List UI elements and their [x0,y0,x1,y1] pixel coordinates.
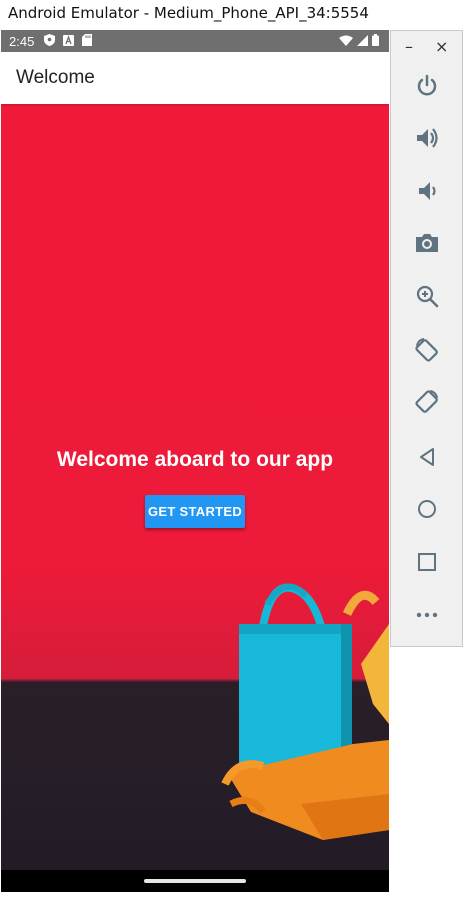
camera-icon [414,230,440,261]
rotate-left-icon [414,337,440,368]
gesture-handle[interactable] [144,879,246,883]
status-bar: 2:45 [1,30,389,52]
emulator-toolbar: – × [390,30,463,647]
sd-card-icon [82,33,93,49]
volume-down-icon [414,178,440,209]
shopping-bags-illustration [221,583,389,840]
status-time: 2:45 [9,33,35,49]
more-icon [414,602,440,633]
zoom-icon [414,283,440,314]
rotate-right-button[interactable] [411,388,443,420]
wifi-icon [339,34,353,49]
page-title: Welcome [16,67,95,88]
power-icon [414,73,440,104]
notification-a-icon [63,34,75,49]
back-icon [414,444,440,475]
navigation-bar [1,870,389,892]
overview-icon [414,549,440,580]
welcome-heading: Welcome aboard to our app [56,448,334,471]
zoom-button[interactable] [411,282,443,314]
window-title: Android Emulator - Medium_Phone_API_34:5… [0,0,390,30]
back-button[interactable] [411,443,443,475]
shield-icon [44,33,56,49]
signal-icon [357,34,368,49]
status-right-group [339,33,379,49]
volume-down-button[interactable] [411,177,443,209]
minimize-button[interactable]: – [405,37,413,57]
more-button[interactable] [411,601,443,633]
home-icon [414,496,440,527]
screenshot-button[interactable] [411,229,443,261]
volume-up-button[interactable] [411,124,443,156]
close-button[interactable]: × [435,37,448,57]
app-bar: Welcome [1,52,389,104]
phone-screen: 2:45 Welcome Welcome aboard to our app G… [1,30,389,892]
get-started-button[interactable]: GET STARTED [145,495,245,528]
hero-background: Welcome aboard to our app GET STARTED [1,104,389,870]
battery-icon [372,33,379,49]
home-button[interactable] [411,495,443,527]
overview-button[interactable] [411,548,443,580]
rotate-right-icon [414,389,440,420]
volume-up-icon [414,125,440,156]
power-button[interactable] [411,72,443,104]
rotate-left-button[interactable] [411,336,443,368]
